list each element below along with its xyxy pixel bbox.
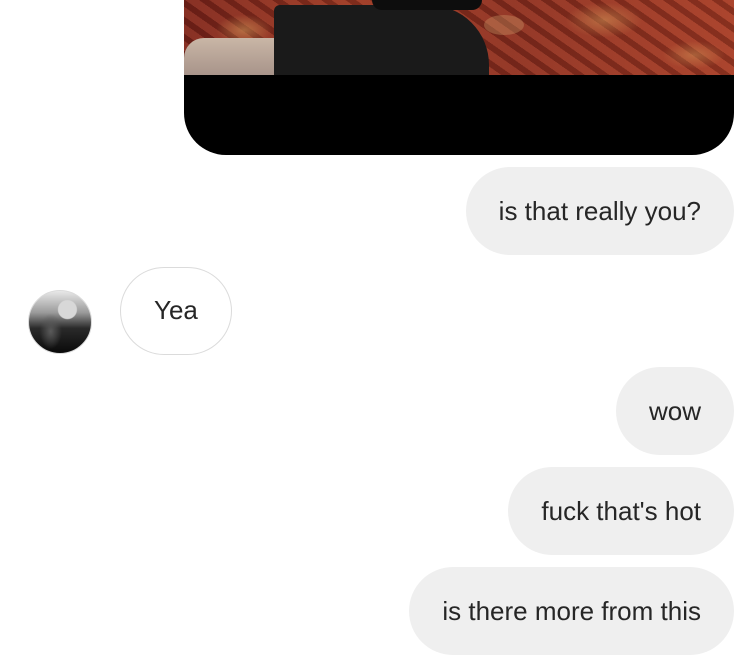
sent-message-bubble[interactable]: is that really you? <box>465 167 734 255</box>
shared-photo-message[interactable] <box>184 0 734 155</box>
photo-detail <box>372 0 482 10</box>
sent-message-bubble[interactable]: wow <box>615 367 734 455</box>
photo-detail <box>274 5 489 75</box>
photo-detail <box>484 15 524 35</box>
sent-message-bubble[interactable]: is there more from this <box>409 567 734 655</box>
sender-avatar[interactable] <box>28 290 92 354</box>
sent-message-bubble[interactable]: fuck that's hot <box>508 467 734 555</box>
shared-photo[interactable] <box>184 0 734 75</box>
received-message-bubble[interactable]: Yea <box>120 267 232 355</box>
photo-detail <box>184 38 284 75</box>
